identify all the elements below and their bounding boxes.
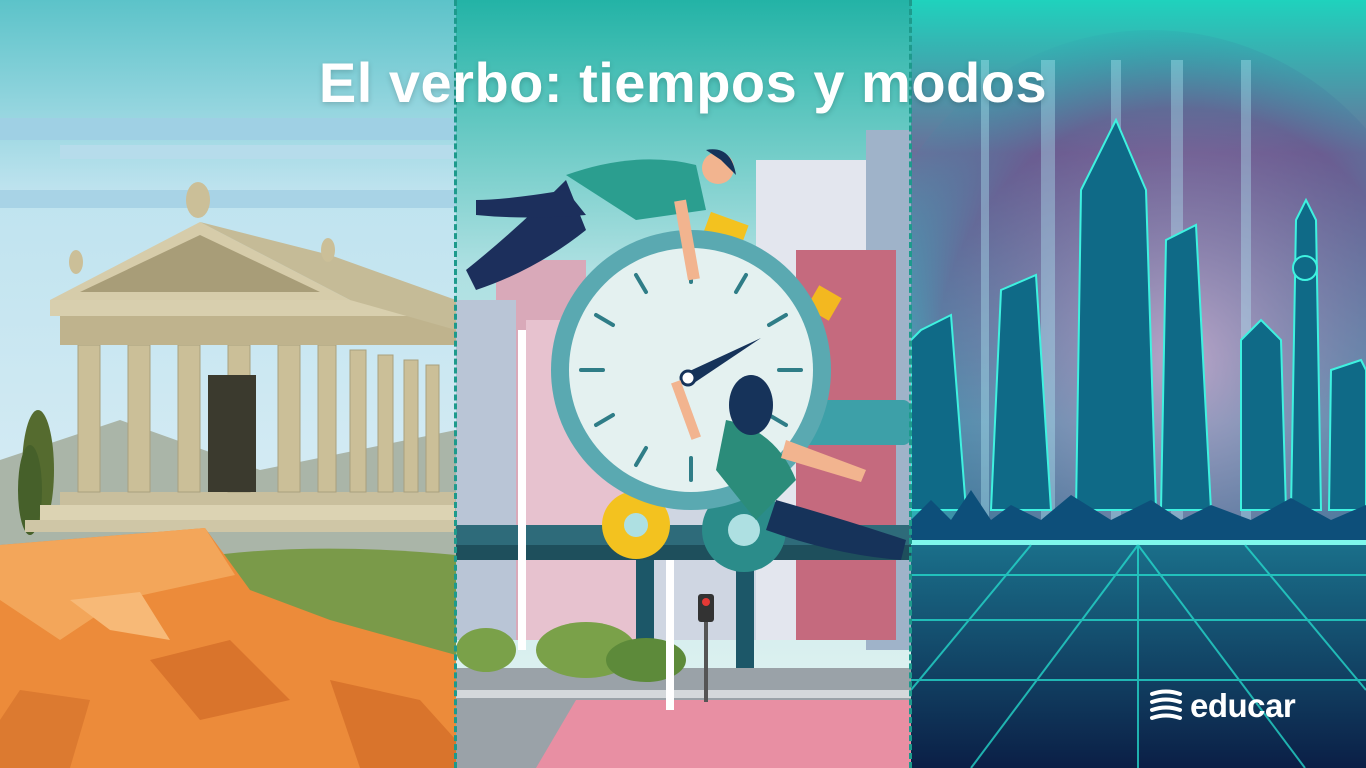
stopwatch-city-illustration — [456, 0, 911, 768]
panel-present — [456, 0, 911, 768]
panel-divider — [454, 0, 457, 768]
educar-logo-icon — [1150, 689, 1182, 720]
greek-temple-illustration — [0, 0, 456, 768]
panel-past — [0, 0, 456, 768]
panel-future — [911, 0, 1366, 768]
educar-logo[interactable]: educar — [1148, 686, 1296, 726]
panel-divider — [909, 0, 912, 768]
futuristic-city-illustration — [911, 0, 1366, 768]
page-title: El verbo: tiempos y modos — [318, 51, 1048, 114]
banner: El verbo: tiempos y modos educar — [0, 0, 1366, 768]
brand-name: educar — [1190, 687, 1296, 724]
